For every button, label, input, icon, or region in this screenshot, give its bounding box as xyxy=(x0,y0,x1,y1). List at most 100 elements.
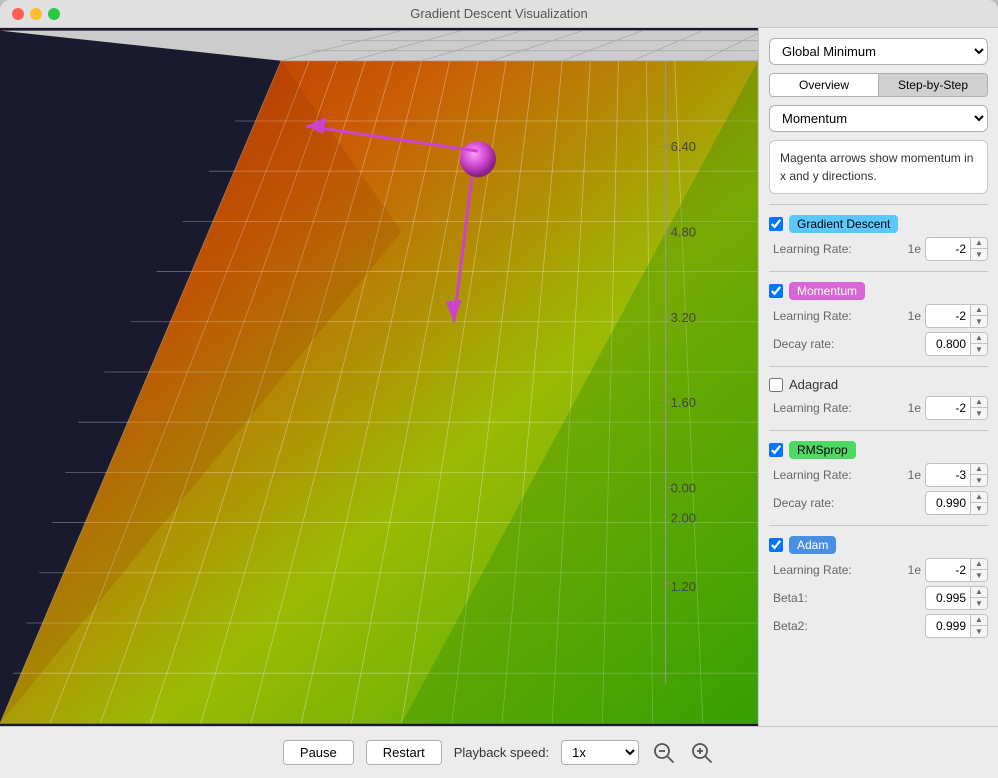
momentum-lr-down[interactable]: ▼ xyxy=(971,316,987,327)
adagrad-lr-up[interactable]: ▲ xyxy=(971,397,987,408)
close-button[interactable] xyxy=(12,8,24,20)
adam-lr-input[interactable] xyxy=(926,561,970,579)
momentum-decay-input-wrap: ▲ ▼ xyxy=(925,332,988,356)
zoom-out-icon xyxy=(653,742,675,764)
adam-beta2-input[interactable] xyxy=(926,617,970,635)
adam-beta1-down[interactable]: ▼ xyxy=(971,598,987,609)
adagrad-lr-input-wrap: ▲ ▼ xyxy=(925,396,988,420)
tab-stepbystep[interactable]: Step-by-Step xyxy=(879,73,988,97)
adagrad-lr-input[interactable] xyxy=(926,399,970,417)
adagrad-lr-row: Learning Rate: 1e ▲ ▼ xyxy=(769,396,988,420)
adam-beta2-stepper: ▲ ▼ xyxy=(970,615,987,637)
momentum-lr-stepper: ▲ ▼ xyxy=(970,305,987,327)
minimize-button[interactable] xyxy=(30,8,42,20)
svg-text:1.20: 1.20 xyxy=(671,579,696,594)
divider-5 xyxy=(769,525,988,526)
momentum-decay-label: Decay rate: xyxy=(773,337,921,351)
preset-select[interactable]: Global Minimum Local Minimum Saddle Poin… xyxy=(769,38,988,65)
adam-beta1-stepper: ▲ ▼ xyxy=(970,587,987,609)
titlebar: Gradient Descent Visualization xyxy=(0,0,998,28)
gradient-descent-checkbox[interactable] xyxy=(769,217,783,231)
algo-adagrad: Adagrad Learning Rate: 1e ▲ ▼ xyxy=(769,377,988,420)
adam-lr-up[interactable]: ▲ xyxy=(971,559,987,570)
adagrad-label: Adagrad xyxy=(789,377,838,392)
momentum-decay-down[interactable]: ▼ xyxy=(971,344,987,355)
adam-lr-row: Learning Rate: 1e ▲ ▼ xyxy=(769,558,988,582)
rmsprop-decay-input[interactable] xyxy=(926,494,970,512)
momentum-checkbox[interactable] xyxy=(769,284,783,298)
window-title: Gradient Descent Visualization xyxy=(410,6,588,21)
rmsprop-decay-up[interactable]: ▲ xyxy=(971,492,987,503)
adam-lr-stepper: ▲ ▼ xyxy=(970,559,987,581)
adam-beta1-up[interactable]: ▲ xyxy=(971,587,987,598)
svg-text:3.20: 3.20 xyxy=(671,310,696,325)
algo-rmsprop-header: RMSprop xyxy=(769,441,988,459)
momentum-lr-input[interactable] xyxy=(926,307,970,325)
visualization-area: 6.40 4.80 3.20 1.60 0.00 2.00 1.20 xyxy=(0,28,758,726)
gradient-descent-lr-label: Learning Rate: xyxy=(773,242,904,256)
adagrad-lr-down[interactable]: ▼ xyxy=(971,408,987,419)
adagrad-checkbox[interactable] xyxy=(769,378,783,392)
gradient-descent-lr-up[interactable]: ▲ xyxy=(971,238,987,249)
svg-text:2.00: 2.00 xyxy=(671,511,696,526)
algo-rmsprop: RMSprop Learning Rate: 1e ▲ ▼ Decay rate… xyxy=(769,441,988,515)
momentum-lr-label: Learning Rate: xyxy=(773,309,904,323)
gradient-descent-badge: Gradient Descent xyxy=(789,215,898,233)
gradient-descent-lr-input-wrap: ▲ ▼ xyxy=(925,237,988,261)
rmsprop-badge: RMSprop xyxy=(789,441,856,459)
svg-text:0.00: 0.00 xyxy=(671,480,696,495)
algo-adam: Adam Learning Rate: 1e ▲ ▼ Beta1: xyxy=(769,536,988,638)
adam-beta1-input[interactable] xyxy=(926,589,970,607)
gradient-descent-lr-stepper: ▲ ▼ xyxy=(970,238,987,260)
rmsprop-decay-down[interactable]: ▼ xyxy=(971,503,987,514)
svg-text:1.60: 1.60 xyxy=(671,395,696,410)
adagrad-lr-prefix: 1e xyxy=(908,401,921,415)
gradient-descent-lr-prefix: 1e xyxy=(908,242,921,256)
gradient-descent-lr-down[interactable]: ▼ xyxy=(971,249,987,260)
adam-beta1-label: Beta1: xyxy=(773,591,921,605)
maximize-button[interactable] xyxy=(48,8,60,20)
zoom-out-button[interactable] xyxy=(651,740,677,766)
adam-lr-down[interactable]: ▼ xyxy=(971,570,987,581)
mode-select[interactable]: Momentum Position Gradient xyxy=(769,105,988,132)
momentum-lr-up[interactable]: ▲ xyxy=(971,305,987,316)
adam-beta2-up[interactable]: ▲ xyxy=(971,615,987,626)
rmsprop-lr-up[interactable]: ▲ xyxy=(971,464,987,475)
algo-momentum: Momentum Learning Rate: 1e ▲ ▼ Decay rat… xyxy=(769,282,988,356)
traffic-lights xyxy=(12,8,60,20)
bottom-controls: Pause Restart Playback speed: 0.25x 0.5x… xyxy=(0,726,998,778)
preset-dropdown-row: Global Minimum Local Minimum Saddle Poin… xyxy=(769,38,988,65)
rmsprop-decay-stepper: ▲ ▼ xyxy=(970,492,987,514)
adam-beta2-label: Beta2: xyxy=(773,619,921,633)
svg-text:6.40: 6.40 xyxy=(671,139,696,154)
adam-beta1-input-wrap: ▲ ▼ xyxy=(925,586,988,610)
adam-checkbox[interactable] xyxy=(769,538,783,552)
tabs-row: Overview Step-by-Step xyxy=(769,73,988,97)
divider-3 xyxy=(769,366,988,367)
pause-button[interactable]: Pause xyxy=(283,740,354,765)
momentum-lr-prefix: 1e xyxy=(908,309,921,323)
rmsprop-lr-label: Learning Rate: xyxy=(773,468,904,482)
gradient-descent-lr-input[interactable] xyxy=(926,240,970,258)
tab-overview[interactable]: Overview xyxy=(769,73,879,97)
speed-select[interactable]: 0.25x 0.5x 1x 2x 4x xyxy=(561,740,639,765)
momentum-decay-stepper: ▲ ▼ xyxy=(970,333,987,355)
algo-adagrad-header: Adagrad xyxy=(769,377,988,392)
zoom-in-icon xyxy=(691,742,713,764)
restart-button[interactable]: Restart xyxy=(366,740,442,765)
algo-gradient-descent-header: Gradient Descent xyxy=(769,215,988,233)
momentum-badge: Momentum xyxy=(789,282,865,300)
rmsprop-lr-stepper: ▲ ▼ xyxy=(970,464,987,486)
rmsprop-lr-input[interactable] xyxy=(926,466,970,484)
rmsprop-checkbox[interactable] xyxy=(769,443,783,457)
momentum-decay-up[interactable]: ▲ xyxy=(971,333,987,344)
adam-beta2-row: Beta2: ▲ ▼ xyxy=(769,614,988,638)
momentum-decay-input[interactable] xyxy=(926,335,970,353)
content-area: 6.40 4.80 3.20 1.60 0.00 2.00 1.20 xyxy=(0,28,998,726)
rmsprop-lr-prefix: 1e xyxy=(908,468,921,482)
adagrad-lr-label: Learning Rate: xyxy=(773,401,904,415)
adam-beta2-down[interactable]: ▼ xyxy=(971,626,987,637)
rmsprop-lr-down[interactable]: ▼ xyxy=(971,475,987,486)
zoom-in-button[interactable] xyxy=(689,740,715,766)
main-window: Gradient Descent Visualization xyxy=(0,0,998,778)
